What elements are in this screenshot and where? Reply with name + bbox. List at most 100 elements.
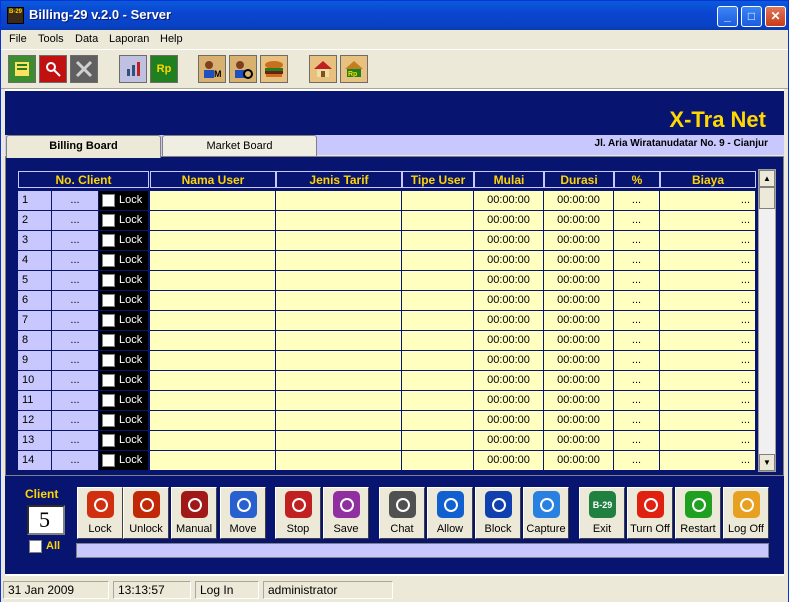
client-dots-cell[interactable]: ... bbox=[52, 351, 99, 370]
table-row[interactable]: 3... Lock 00:00:00 00:00:00...... bbox=[17, 231, 758, 251]
table-row[interactable]: 12... Lock 00:00:00 00:00:00...... bbox=[17, 411, 758, 431]
lock-cell[interactable]: Lock bbox=[99, 231, 149, 250]
lock-checkbox[interactable] bbox=[102, 214, 115, 227]
lock-cell[interactable]: Lock bbox=[99, 371, 149, 390]
food-icon[interactable] bbox=[260, 55, 288, 83]
lock-cell[interactable]: Lock bbox=[99, 251, 149, 270]
allow-button[interactable]: Allow bbox=[427, 487, 473, 539]
exit-button[interactable]: B-29 Exit bbox=[579, 487, 625, 539]
scroll-down-arrow-icon[interactable]: ▼ bbox=[759, 454, 775, 471]
client-dots-cell[interactable]: ... bbox=[52, 231, 99, 250]
minimize-button[interactable]: _ bbox=[717, 6, 738, 27]
mulai-cell: 00:00:00 bbox=[474, 191, 544, 210]
lock-checkbox[interactable] bbox=[102, 334, 115, 347]
save-button[interactable]: Save bbox=[323, 487, 369, 539]
lock-checkbox[interactable] bbox=[102, 374, 115, 387]
operator-icon[interactable] bbox=[229, 55, 257, 83]
table-row[interactable]: 11... Lock 00:00:00 00:00:00...... bbox=[17, 391, 758, 411]
logoff-icon bbox=[733, 491, 760, 518]
client-number-field[interactable]: 5 bbox=[27, 505, 65, 535]
client-grid[interactable]: No. Client Nama User Jenis Tarif Tipe Us… bbox=[17, 169, 758, 472]
client-dots-cell[interactable]: ... bbox=[52, 371, 99, 390]
client-dots-cell[interactable]: ... bbox=[52, 431, 99, 450]
lock-cell[interactable]: Lock bbox=[99, 451, 149, 470]
menu-laporan[interactable]: Laporan bbox=[109, 33, 149, 45]
lock-checkbox[interactable] bbox=[102, 434, 115, 447]
table-row[interactable]: 14... Lock 00:00:00 00:00:00...... bbox=[17, 451, 758, 471]
x-tool-icon[interactable] bbox=[70, 55, 98, 83]
table-row[interactable]: 4... Lock 00:00:00 00:00:00...... bbox=[17, 251, 758, 271]
client-dots-cell[interactable]: ... bbox=[52, 291, 99, 310]
lock-cell[interactable]: Lock bbox=[99, 431, 149, 450]
turn-off-button[interactable]: Turn Off bbox=[627, 487, 673, 539]
lock-checkbox[interactable] bbox=[102, 234, 115, 247]
lock-checkbox[interactable] bbox=[102, 454, 115, 467]
tools-icon[interactable] bbox=[119, 55, 147, 83]
lock-checkbox[interactable] bbox=[102, 254, 115, 267]
block-button[interactable]: Block bbox=[475, 487, 521, 539]
lock-checkbox[interactable] bbox=[102, 394, 115, 407]
menu-tools[interactable]: Tools bbox=[38, 33, 64, 45]
table-row[interactable]: 9... Lock 00:00:00 00:00:00...... bbox=[17, 351, 758, 371]
table-row[interactable]: 10... Lock 00:00:00 00:00:00...... bbox=[17, 371, 758, 391]
lock-checkbox[interactable] bbox=[102, 294, 115, 307]
lock-cell[interactable]: Lock bbox=[99, 411, 149, 430]
rupiah-price-icon[interactable]: Rp bbox=[340, 55, 368, 83]
scroll-thumb[interactable] bbox=[759, 187, 775, 209]
table-row[interactable]: 7... Lock 00:00:00 00:00:00...... bbox=[17, 311, 758, 331]
lock-button[interactable]: Lock bbox=[77, 487, 123, 539]
rupiah-icon[interactable]: Rp bbox=[150, 55, 178, 83]
client-dots-cell[interactable]: ... bbox=[52, 411, 99, 430]
client-dots-cell[interactable]: ... bbox=[52, 451, 99, 470]
table-row[interactable]: 6... Lock 00:00:00 00:00:00...... bbox=[17, 291, 758, 311]
maximize-button[interactable]: □ bbox=[741, 6, 762, 27]
lock-cell[interactable]: Lock bbox=[99, 211, 149, 230]
lock-cell[interactable]: Lock bbox=[99, 291, 149, 310]
scroll-up-arrow-icon[interactable]: ▲ bbox=[759, 170, 775, 187]
table-row[interactable]: 8... Lock 00:00:00 00:00:00...... bbox=[17, 331, 758, 351]
stop-button[interactable]: Stop bbox=[275, 487, 321, 539]
menu-data[interactable]: Data bbox=[75, 33, 98, 45]
member-icon[interactable]: M bbox=[198, 55, 226, 83]
lock-checkbox[interactable] bbox=[102, 414, 115, 427]
menu-file[interactable]: File bbox=[9, 33, 27, 45]
key-icon[interactable] bbox=[39, 55, 67, 83]
log-off-button[interactable]: Log Off bbox=[723, 487, 769, 539]
lock-cell[interactable]: Lock bbox=[99, 271, 149, 290]
lock-checkbox[interactable] bbox=[102, 274, 115, 287]
restart-button[interactable]: Restart bbox=[675, 487, 721, 539]
table-row[interactable]: 13... Lock 00:00:00 00:00:00...... bbox=[17, 431, 758, 451]
move-button[interactable]: Move bbox=[220, 487, 266, 539]
table-row[interactable]: 2... Lock 00:00:00 00:00:00...... bbox=[17, 211, 758, 231]
client-dots-cell[interactable]: ... bbox=[52, 271, 99, 290]
unlock-button[interactable]: Unlock bbox=[123, 487, 169, 539]
manual-button[interactable]: Manual bbox=[171, 487, 217, 539]
all-checkbox[interactable] bbox=[29, 540, 42, 553]
table-row[interactable]: 1... Lock 00:00:00 00:00:00...... bbox=[17, 191, 758, 211]
lock-checkbox[interactable] bbox=[102, 354, 115, 367]
client-dots-cell[interactable]: ... bbox=[52, 331, 99, 350]
capture-button[interactable]: Capture bbox=[523, 487, 569, 539]
lock-cell[interactable]: Lock bbox=[99, 331, 149, 350]
menu-help[interactable]: Help bbox=[160, 33, 183, 45]
table-row[interactable]: 5... Lock 00:00:00 00:00:00...... bbox=[17, 271, 758, 291]
lock-checkbox[interactable] bbox=[102, 194, 115, 207]
book-icon[interactable] bbox=[8, 55, 36, 83]
client-dots-cell[interactable]: ... bbox=[52, 251, 99, 270]
client-dots-cell[interactable]: ... bbox=[52, 191, 99, 210]
tab-billing-board[interactable]: Billing Board bbox=[6, 135, 161, 158]
client-dots-cell[interactable]: ... bbox=[52, 211, 99, 230]
client-dots-cell[interactable]: ... bbox=[52, 391, 99, 410]
lock-cell[interactable]: Lock bbox=[99, 191, 149, 210]
home-icon[interactable] bbox=[309, 55, 337, 83]
title-bar[interactable]: B-29 Billing-29 v.2.0 - Server _ □ ✕ bbox=[1, 1, 788, 30]
lock-cell[interactable]: Lock bbox=[99, 311, 149, 330]
lock-cell[interactable]: Lock bbox=[99, 391, 149, 410]
chat-button[interactable]: Chat bbox=[379, 487, 425, 539]
lock-cell[interactable]: Lock bbox=[99, 351, 149, 370]
grid-scrollbar[interactable]: ▲ ▼ bbox=[758, 169, 776, 472]
client-dots-cell[interactable]: ... bbox=[52, 311, 99, 330]
close-button[interactable]: ✕ bbox=[765, 6, 786, 27]
lock-checkbox[interactable] bbox=[102, 314, 115, 327]
tab-market-board[interactable]: Market Board bbox=[162, 135, 317, 157]
